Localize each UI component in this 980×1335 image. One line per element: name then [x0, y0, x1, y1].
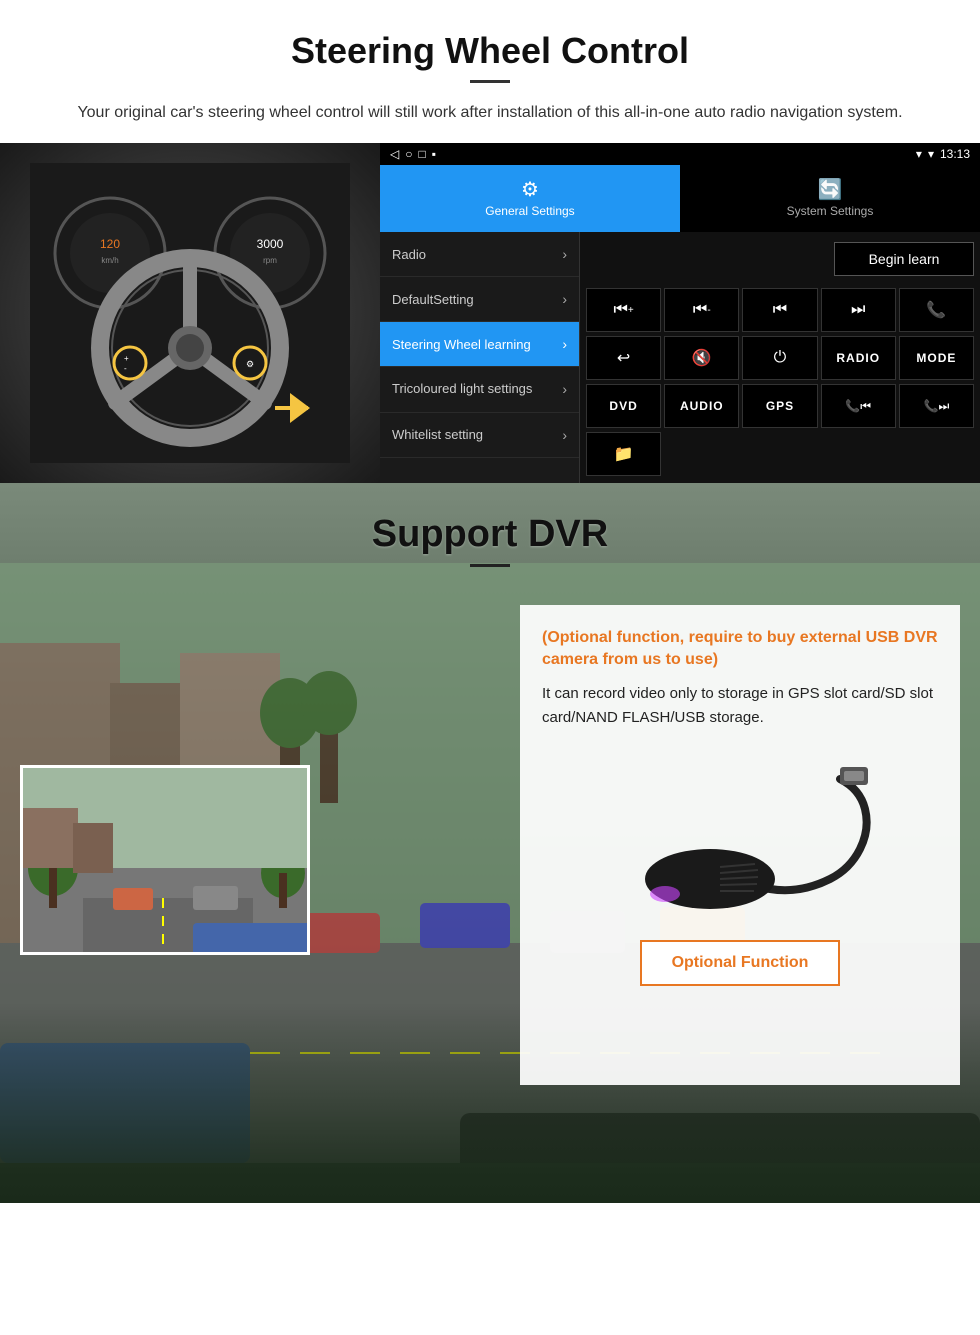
optional-function-button[interactable]: Optional Function	[640, 940, 840, 986]
gear-icon: ⚙	[386, 177, 674, 202]
dvr-right-area: (Optional function, require to buy exter…	[520, 585, 960, 1085]
steering-section: Steering Wheel Control Your original car…	[0, 0, 980, 125]
svg-text:⚙: ⚙	[246, 359, 254, 369]
ctrl-power[interactable]: ⏻	[742, 336, 817, 380]
dvr-title-area: Support DVR	[0, 483, 980, 585]
control-grid-row2: ↩ 🔇 ⏻ RADIO MODE	[586, 336, 974, 380]
arrow-icon: ›	[562, 291, 567, 307]
android-panel-container: 120 km/h 3000 rpm	[0, 143, 980, 483]
android-settings-panel: ◁ ○ □ ▪ ▾ ▾ 13:13 ⚙ General Settings 🔄 S…	[380, 143, 980, 483]
dvr-section: Support DVR	[0, 483, 980, 1203]
steering-divider	[470, 80, 510, 83]
android-content-area: Radio › DefaultSetting › Steering Wheel …	[380, 232, 980, 483]
nav-recent-icon: □	[418, 147, 425, 161]
nav-back-icon: ◁	[390, 147, 399, 161]
control-grid-row3: DVD AUDIO GPS 📞⏮ 📞⏭	[586, 384, 974, 428]
tab-general-settings[interactable]: ⚙ General Settings	[380, 165, 680, 232]
dvr-content-area: (Optional function, require to buy exter…	[0, 585, 980, 1085]
arrow-icon: ›	[562, 381, 567, 397]
begin-learn-row: Begin learn	[586, 238, 974, 284]
signal-icon: ▾	[916, 147, 922, 161]
ctrl-phone[interactable]: 📞	[899, 288, 974, 332]
arrow-icon: ›	[562, 246, 567, 262]
dvr-divider	[470, 564, 510, 567]
steering-description: Your original car's steering wheel contr…	[40, 101, 940, 125]
ctrl-phone-next[interactable]: 📞⏭	[899, 384, 974, 428]
menu-item-defaultsetting[interactable]: DefaultSetting ›	[380, 277, 579, 322]
ctrl-mode[interactable]: MODE	[899, 336, 974, 380]
android-right-panel: Begin learn ⏮+ ⏮- ⏮ ⏭ 📞 ↩ 🔇 ⏻ RADIO MODE	[580, 232, 980, 483]
arrow-icon: ›	[562, 336, 567, 352]
begin-learn-button[interactable]: Begin learn	[834, 242, 974, 276]
arrow-icon: ›	[562, 427, 567, 443]
ctrl-audio[interactable]: AUDIO	[664, 384, 739, 428]
statusbar-time: 13:13	[940, 147, 970, 161]
nav-home-icon: ○	[405, 147, 412, 161]
menu-item-whitelist[interactable]: Whitelist setting ›	[380, 413, 579, 458]
control-grid-row1: ⏮+ ⏮- ⏮ ⏭ 📞	[586, 288, 974, 332]
android-menu: Radio › DefaultSetting › Steering Wheel …	[380, 232, 580, 483]
dvr-left-area	[20, 585, 500, 955]
android-statusbar: ◁ ○ □ ▪ ▾ ▾ 13:13	[380, 143, 980, 165]
menu-item-radio[interactable]: Radio ›	[380, 232, 579, 277]
menu-item-tricoloured[interactable]: Tricoloured light settings ›	[380, 367, 579, 413]
svg-text:-: -	[124, 364, 127, 373]
steering-wheel-svg: 120 km/h 3000 rpm	[30, 163, 350, 463]
ctrl-phone-prev[interactable]: 📞⏮	[821, 384, 896, 428]
steering-title: Steering Wheel Control	[40, 30, 940, 72]
dvr-title: Support DVR	[0, 513, 980, 556]
svg-text:120: 120	[100, 237, 120, 251]
ctrl-vol-up[interactable]: ⏮+	[586, 288, 661, 332]
dvr-thumb-svg	[23, 768, 310, 955]
ctrl-media[interactable]: 📁	[586, 432, 661, 476]
control-grid-row4: 📁	[586, 432, 974, 476]
dvr-camera-svg	[600, 749, 880, 919]
ctrl-gps[interactable]: GPS	[742, 384, 817, 428]
dvr-optional-text: (Optional function, require to buy exter…	[542, 627, 938, 672]
dvr-description-text: It can record video only to storage in G…	[542, 682, 938, 730]
svg-text:rpm: rpm	[263, 256, 277, 265]
ctrl-mute[interactable]: 🔇	[664, 336, 739, 380]
svg-text:+: +	[124, 354, 129, 363]
system-icon: 🔄	[686, 177, 974, 202]
dvr-screenshot-thumbnail	[20, 765, 310, 955]
steering-wheel-bg: 120 km/h 3000 rpm	[0, 143, 380, 483]
ctrl-radio[interactable]: RADIO	[821, 336, 896, 380]
ctrl-prev[interactable]: ⏮	[742, 288, 817, 332]
menu-item-steering-wheel[interactable]: Steering Wheel learning ›	[380, 322, 579, 367]
svg-text:km/h: km/h	[101, 256, 118, 265]
wifi-icon: ▾	[928, 147, 934, 161]
ctrl-next[interactable]: ⏭	[821, 288, 896, 332]
tab-system-settings[interactable]: 🔄 System Settings	[680, 165, 980, 232]
ctrl-hangup[interactable]: ↩	[586, 336, 661, 380]
ctrl-vol-down[interactable]: ⏮-	[664, 288, 739, 332]
android-tab-bar: ⚙ General Settings 🔄 System Settings	[380, 165, 980, 232]
steering-wheel-image: 120 km/h 3000 rpm	[0, 143, 380, 483]
nav-menu-icon: ▪	[432, 147, 436, 161]
dvr-info-card: (Optional function, require to buy exter…	[520, 605, 960, 1085]
ctrl-dvd[interactable]: DVD	[586, 384, 661, 428]
svg-text:3000: 3000	[257, 237, 284, 251]
dvr-camera-image	[600, 754, 880, 914]
